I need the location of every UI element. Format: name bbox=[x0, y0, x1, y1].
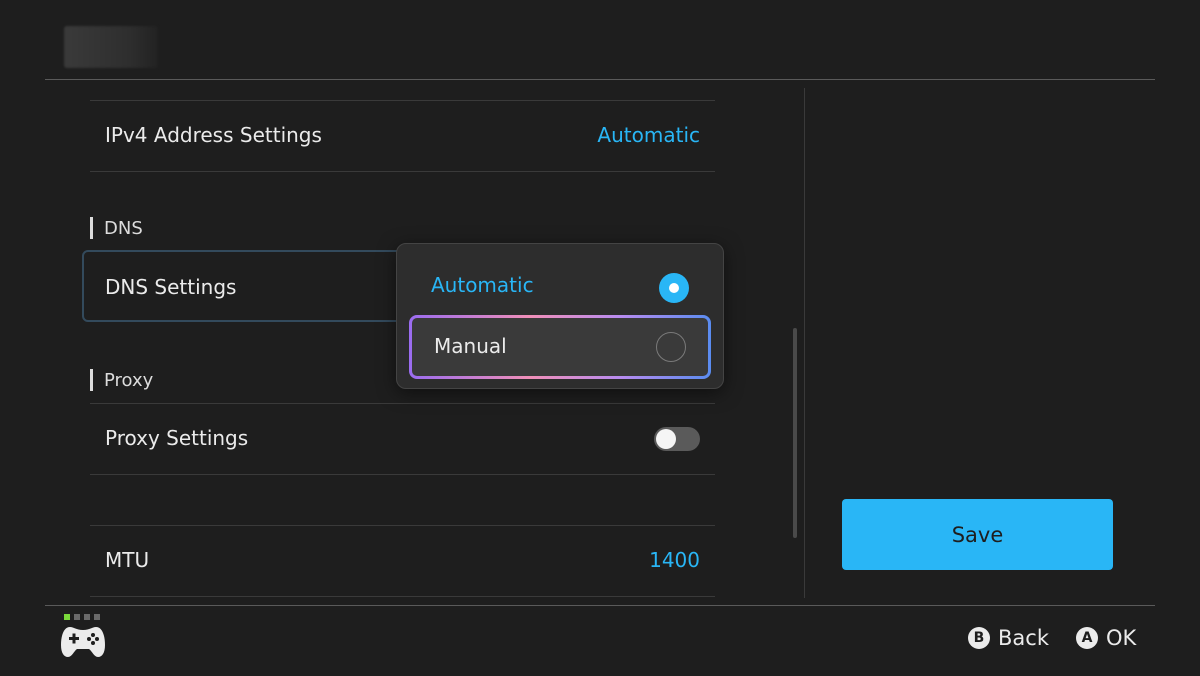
b-button-icon: B bbox=[968, 627, 990, 649]
back-hint[interactable]: B Back bbox=[968, 626, 1049, 650]
dns-option-automatic[interactable]: Automatic bbox=[409, 258, 711, 316]
radio-selected-icon bbox=[659, 273, 689, 303]
section-marker bbox=[90, 217, 93, 239]
user-avatar bbox=[64, 26, 158, 68]
controller-indicator bbox=[64, 614, 100, 620]
footer-divider bbox=[45, 605, 1155, 606]
row-divider bbox=[90, 474, 715, 475]
radio-unselected-icon bbox=[656, 332, 686, 362]
section-marker bbox=[90, 369, 93, 391]
back-label: Back bbox=[998, 626, 1049, 650]
ok-hint[interactable]: A OK bbox=[1076, 626, 1136, 650]
a-button-icon: A bbox=[1076, 627, 1098, 649]
section-header-proxy: Proxy bbox=[90, 369, 153, 391]
proxy-settings-toggle[interactable] bbox=[654, 427, 700, 451]
mtu-label: MTU bbox=[105, 548, 150, 572]
dns-option-manual-label: Manual bbox=[434, 334, 507, 358]
section-title-dns: DNS bbox=[104, 217, 143, 239]
mtu-value: 1400 bbox=[649, 548, 700, 572]
row-divider bbox=[90, 171, 715, 172]
dns-settings-popup: Automatic Manual bbox=[396, 243, 724, 389]
section-header-dns: DNS bbox=[90, 217, 143, 239]
row-divider bbox=[90, 596, 715, 597]
dns-option-automatic-label: Automatic bbox=[431, 273, 534, 297]
section-title-proxy: Proxy bbox=[104, 369, 154, 391]
save-button[interactable]: Save bbox=[842, 499, 1113, 570]
dns-settings-label: DNS Settings bbox=[105, 275, 237, 299]
ipv4-address-settings-label: IPv4 Address Settings bbox=[105, 123, 322, 147]
gamepad-icon bbox=[61, 627, 105, 657]
dns-option-manual[interactable]: Manual bbox=[409, 315, 711, 379]
header-divider bbox=[45, 79, 1155, 80]
toggle-knob bbox=[656, 429, 676, 449]
proxy-settings-row[interactable]: Proxy Settings bbox=[90, 403, 715, 473]
proxy-settings-label: Proxy Settings bbox=[105, 426, 249, 450]
ok-label: OK bbox=[1106, 626, 1137, 650]
mtu-row[interactable]: MTU 1400 bbox=[90, 525, 715, 595]
scrollbar[interactable] bbox=[793, 328, 797, 538]
panel-divider bbox=[804, 88, 805, 598]
ipv4-address-settings-value: Automatic bbox=[597, 123, 700, 147]
ipv4-address-settings-row[interactable]: IPv4 Address Settings Automatic bbox=[90, 100, 715, 170]
